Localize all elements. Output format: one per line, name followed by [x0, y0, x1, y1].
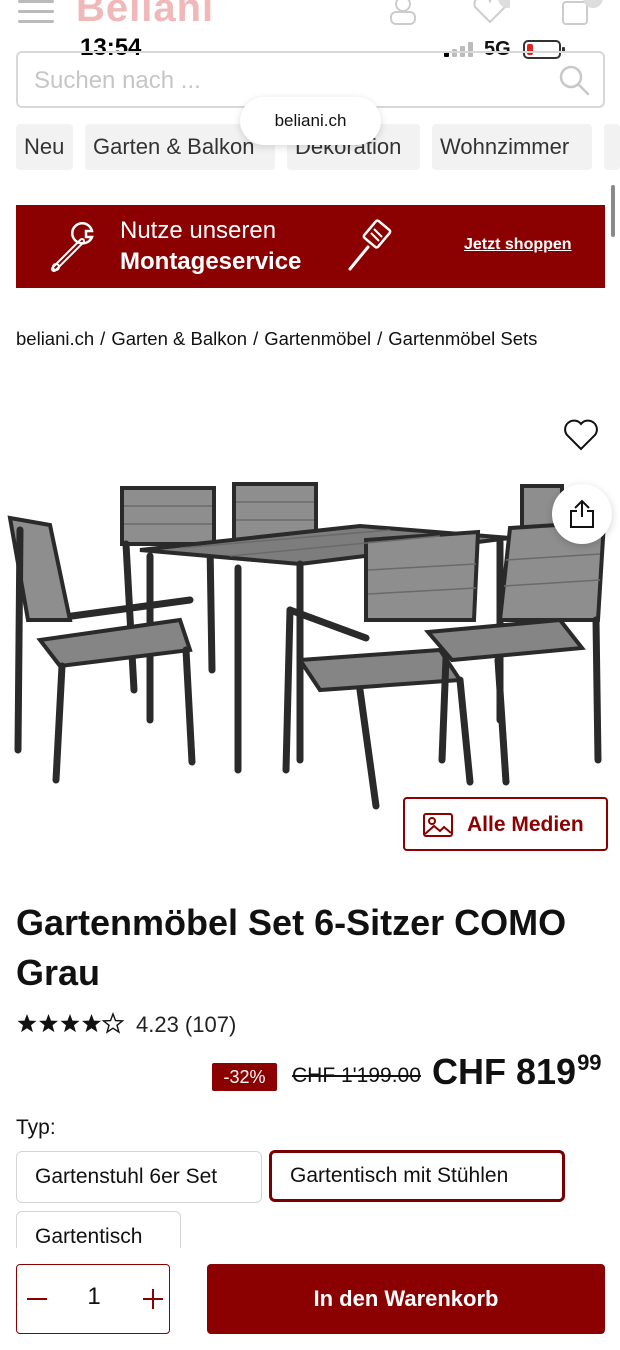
breadcrumb-home[interactable]: beliani.ch: [16, 328, 94, 349]
star-icon: [60, 1014, 80, 1033]
bottom-action-bar: In den Warenkorb: [0, 1248, 620, 1350]
category-more[interactable]: [604, 124, 620, 170]
star-icon: [101, 1012, 125, 1034]
banner-cta-link[interactable]: Jetzt shoppen: [464, 236, 572, 254]
menu-icon[interactable]: [18, 0, 54, 24]
banner-line2: Montageservice: [120, 248, 302, 275]
plus-icon[interactable]: [141, 1287, 165, 1311]
rating-text: 4.23 (107): [136, 1012, 237, 1037]
discount-badge: -32%: [212, 1063, 277, 1091]
star-icon: [82, 1014, 101, 1033]
price-main: CHF 819: [432, 1051, 577, 1092]
search-input[interactable]: [34, 67, 534, 95]
breadcrumb-garten-balkon[interactable]: Garten & Balkon: [111, 328, 247, 349]
all-media-button[interactable]: Alle Medien: [403, 797, 608, 851]
add-to-cart-button[interactable]: In den Warenkorb: [207, 1264, 605, 1334]
share-icon: [570, 499, 594, 528]
breadcrumb-separator: /: [377, 328, 383, 349]
variant-option-table-with-chairs[interactable]: Gartentisch mit Stühlen: [269, 1150, 565, 1202]
star-rating-icon: [17, 1012, 125, 1034]
breadcrumb-gartenmoebel[interactable]: Gartenmöbel: [264, 328, 371, 349]
product-image[interactable]: [0, 470, 620, 820]
banner-line1: Nutze unseren: [120, 217, 277, 244]
breadcrumb-gartenmoebel-sets[interactable]: Gartenmöbel Sets: [388, 328, 537, 349]
breadcrumb-separator: /: [253, 328, 259, 349]
quantity-input[interactable]: [69, 1283, 119, 1311]
product-title: Gartenmöbel Set 6-Sitzer COMO Grau: [16, 902, 567, 993]
image-icon: [423, 813, 453, 837]
all-media-label: Alle Medien: [467, 813, 584, 836]
quantity-stepper: [16, 1264, 170, 1334]
variant-option-chair-set[interactable]: Gartenstuhl 6er Set: [16, 1151, 262, 1203]
promo-banner[interactable]: Nutze unseren Montageservice Jetzt shopp…: [16, 205, 605, 288]
old-price: CHF 1'199.00: [292, 1064, 421, 1087]
wishlist-icon[interactable]: [470, 0, 510, 26]
browser-url-pill[interactable]: beliani.ch: [240, 97, 381, 145]
star-icon: [17, 1014, 37, 1033]
heart-icon[interactable]: [563, 418, 599, 452]
wrench-icon: [51, 222, 94, 272]
category-neu[interactable]: Neu: [16, 124, 73, 170]
bag-icon[interactable]: [560, 0, 620, 26]
category-wohnzimmer[interactable]: Wohnzimmer: [432, 124, 592, 170]
star-icon: [39, 1014, 58, 1033]
breadcrumb: beliani.ch / Garten & Balkon / Gartenmöbel / G…: [16, 328, 537, 350]
variant-label: Typ:: [16, 1116, 56, 1139]
user-icon[interactable]: [388, 0, 418, 26]
minus-icon[interactable]: [25, 1287, 49, 1311]
screwdriver-icon: [348, 219, 392, 271]
site-header: Beliani: [0, 0, 620, 30]
share-button[interactable]: [552, 484, 612, 544]
price-cents: 99: [577, 1050, 602, 1075]
current-price: CHF 81999: [432, 1050, 602, 1093]
search-icon[interactable]: [557, 63, 591, 97]
breadcrumb-separator: /: [100, 328, 106, 349]
site-logo[interactable]: Beliani: [76, 0, 214, 30]
scrollbar[interactable]: [611, 185, 615, 237]
